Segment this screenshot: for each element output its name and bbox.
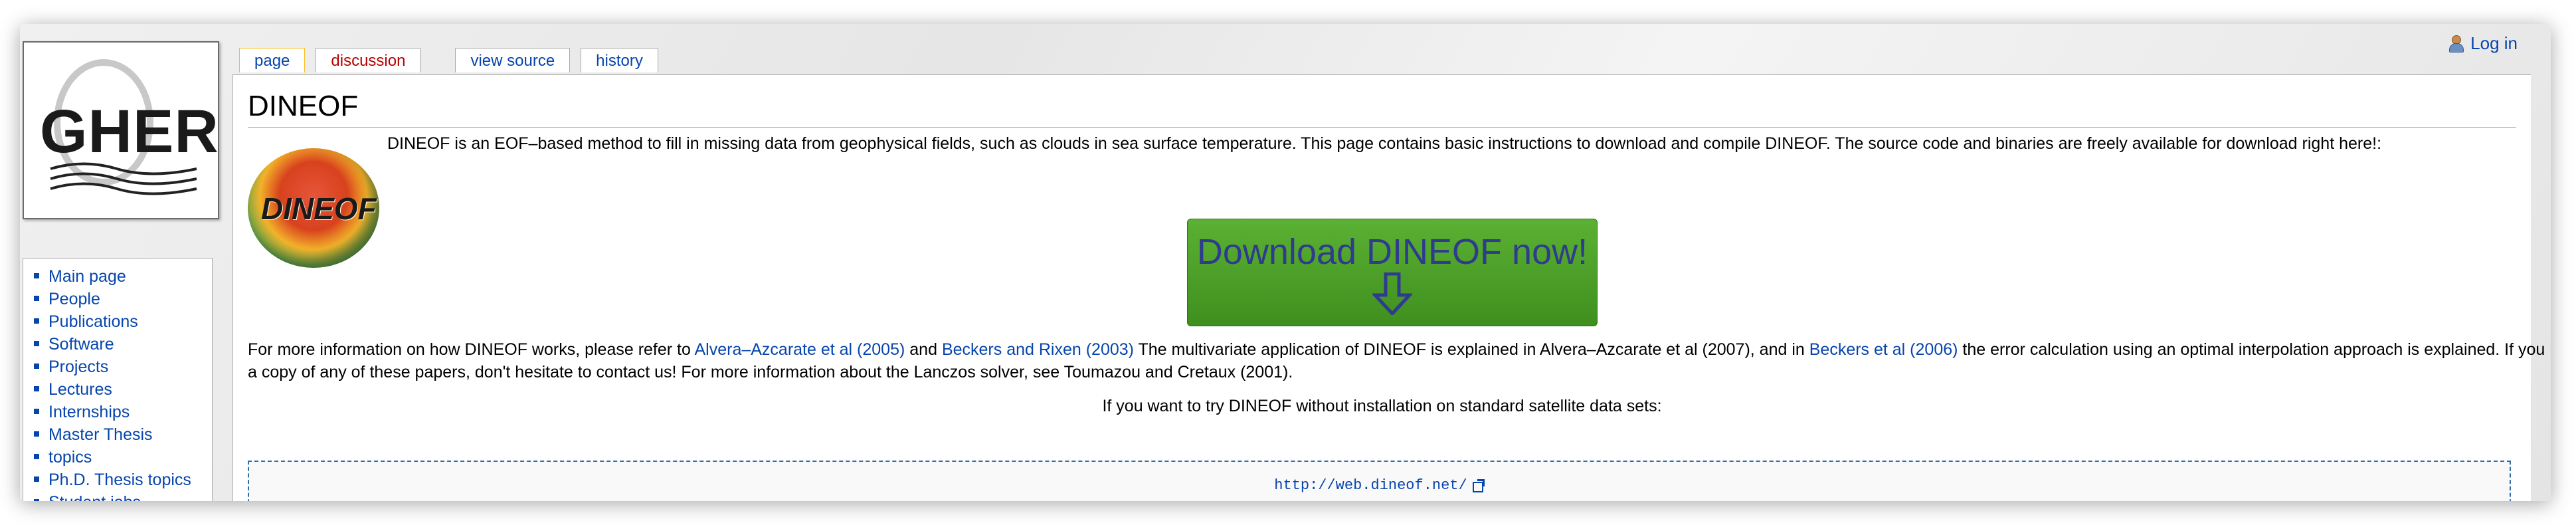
page-title: DINEOF — [248, 90, 2516, 128]
dineof-logo: DINEOF — [248, 148, 379, 268]
intro-text: DINEOF is an EOF–based method to fill in… — [387, 134, 2382, 153]
tab-view-source[interactable]: view source — [455, 48, 571, 72]
sidebar-item-master-thesis[interactable]: Master Thesis — [23, 423, 212, 446]
login-link[interactable]: Log in — [2448, 33, 2518, 54]
sidebar-item-projects[interactable]: Projects — [23, 356, 212, 378]
user-icon — [2448, 35, 2464, 52]
sidebar-item-main-page[interactable]: Main page — [23, 265, 212, 288]
sidebar-item-phd-thesis[interactable]: Ph.D. Thesis topics — [23, 469, 212, 491]
page-tabs: page discussion view source history — [239, 48, 658, 74]
dineof-url-link[interactable]: http://web.dineof.net/ — [1274, 477, 1467, 494]
download-label: Download DINEOF now! — [1196, 232, 1588, 272]
tab-page[interactable]: page — [239, 48, 306, 72]
info-paragraph: For more information on how DINEOF works… — [248, 338, 2551, 383]
dineof-logo-text: DINEOF — [261, 191, 377, 226]
logo-text: GHER — [40, 98, 219, 165]
login-label: Log in — [2470, 33, 2518, 53]
link-beckers-rixen-2003[interactable]: Beckers and Rixen (2003) — [942, 340, 1134, 359]
sidebar-item-student-jobs[interactable]: Student jobs — [23, 491, 212, 501]
link-beckers-2006[interactable]: Beckers et al (2006) — [1809, 340, 1958, 359]
sidebar-item-internships[interactable]: Internships — [23, 401, 212, 423]
url-box: http://web.dineof.net/ — [248, 461, 2511, 501]
para-text-1: For more information on how DINEOF works… — [248, 340, 695, 359]
download-button[interactable]: Download DINEOF now! — [1187, 219, 1598, 326]
sidebar-item-software[interactable]: Software — [23, 333, 212, 356]
browser-window: Log in GHER page discussion view source … — [20, 24, 2551, 501]
link-alvera-2005[interactable]: Alvera–Azcarate et al (2005) — [694, 340, 905, 359]
para-text-2: and — [905, 340, 942, 359]
tab-discussion[interactable]: discussion — [316, 48, 421, 72]
sidebar-nav: Main page People Publications Software P… — [23, 258, 213, 501]
down-arrow-icon — [1372, 272, 1412, 315]
try-online-text: If you want to try DINEOF without instal… — [1102, 397, 1662, 415]
tab-history[interactable]: history — [581, 48, 658, 72]
para-text-3: The multivariate application of DINEOF i… — [1133, 340, 1809, 359]
sidebar-item-lectures[interactable]: Lectures — [23, 378, 212, 401]
sidebar-item-people[interactable]: People — [23, 288, 212, 310]
sidebar-item-master-thesis-cont[interactable]: topics — [23, 446, 212, 469]
page-content: DINEOF DINEOF DINEOF is an EOF–based met… — [232, 74, 2551, 501]
sidebar-item-publications[interactable]: Publications — [23, 310, 212, 333]
external-link-icon — [1472, 479, 1485, 492]
gher-logo[interactable]: GHER — [23, 41, 219, 219]
